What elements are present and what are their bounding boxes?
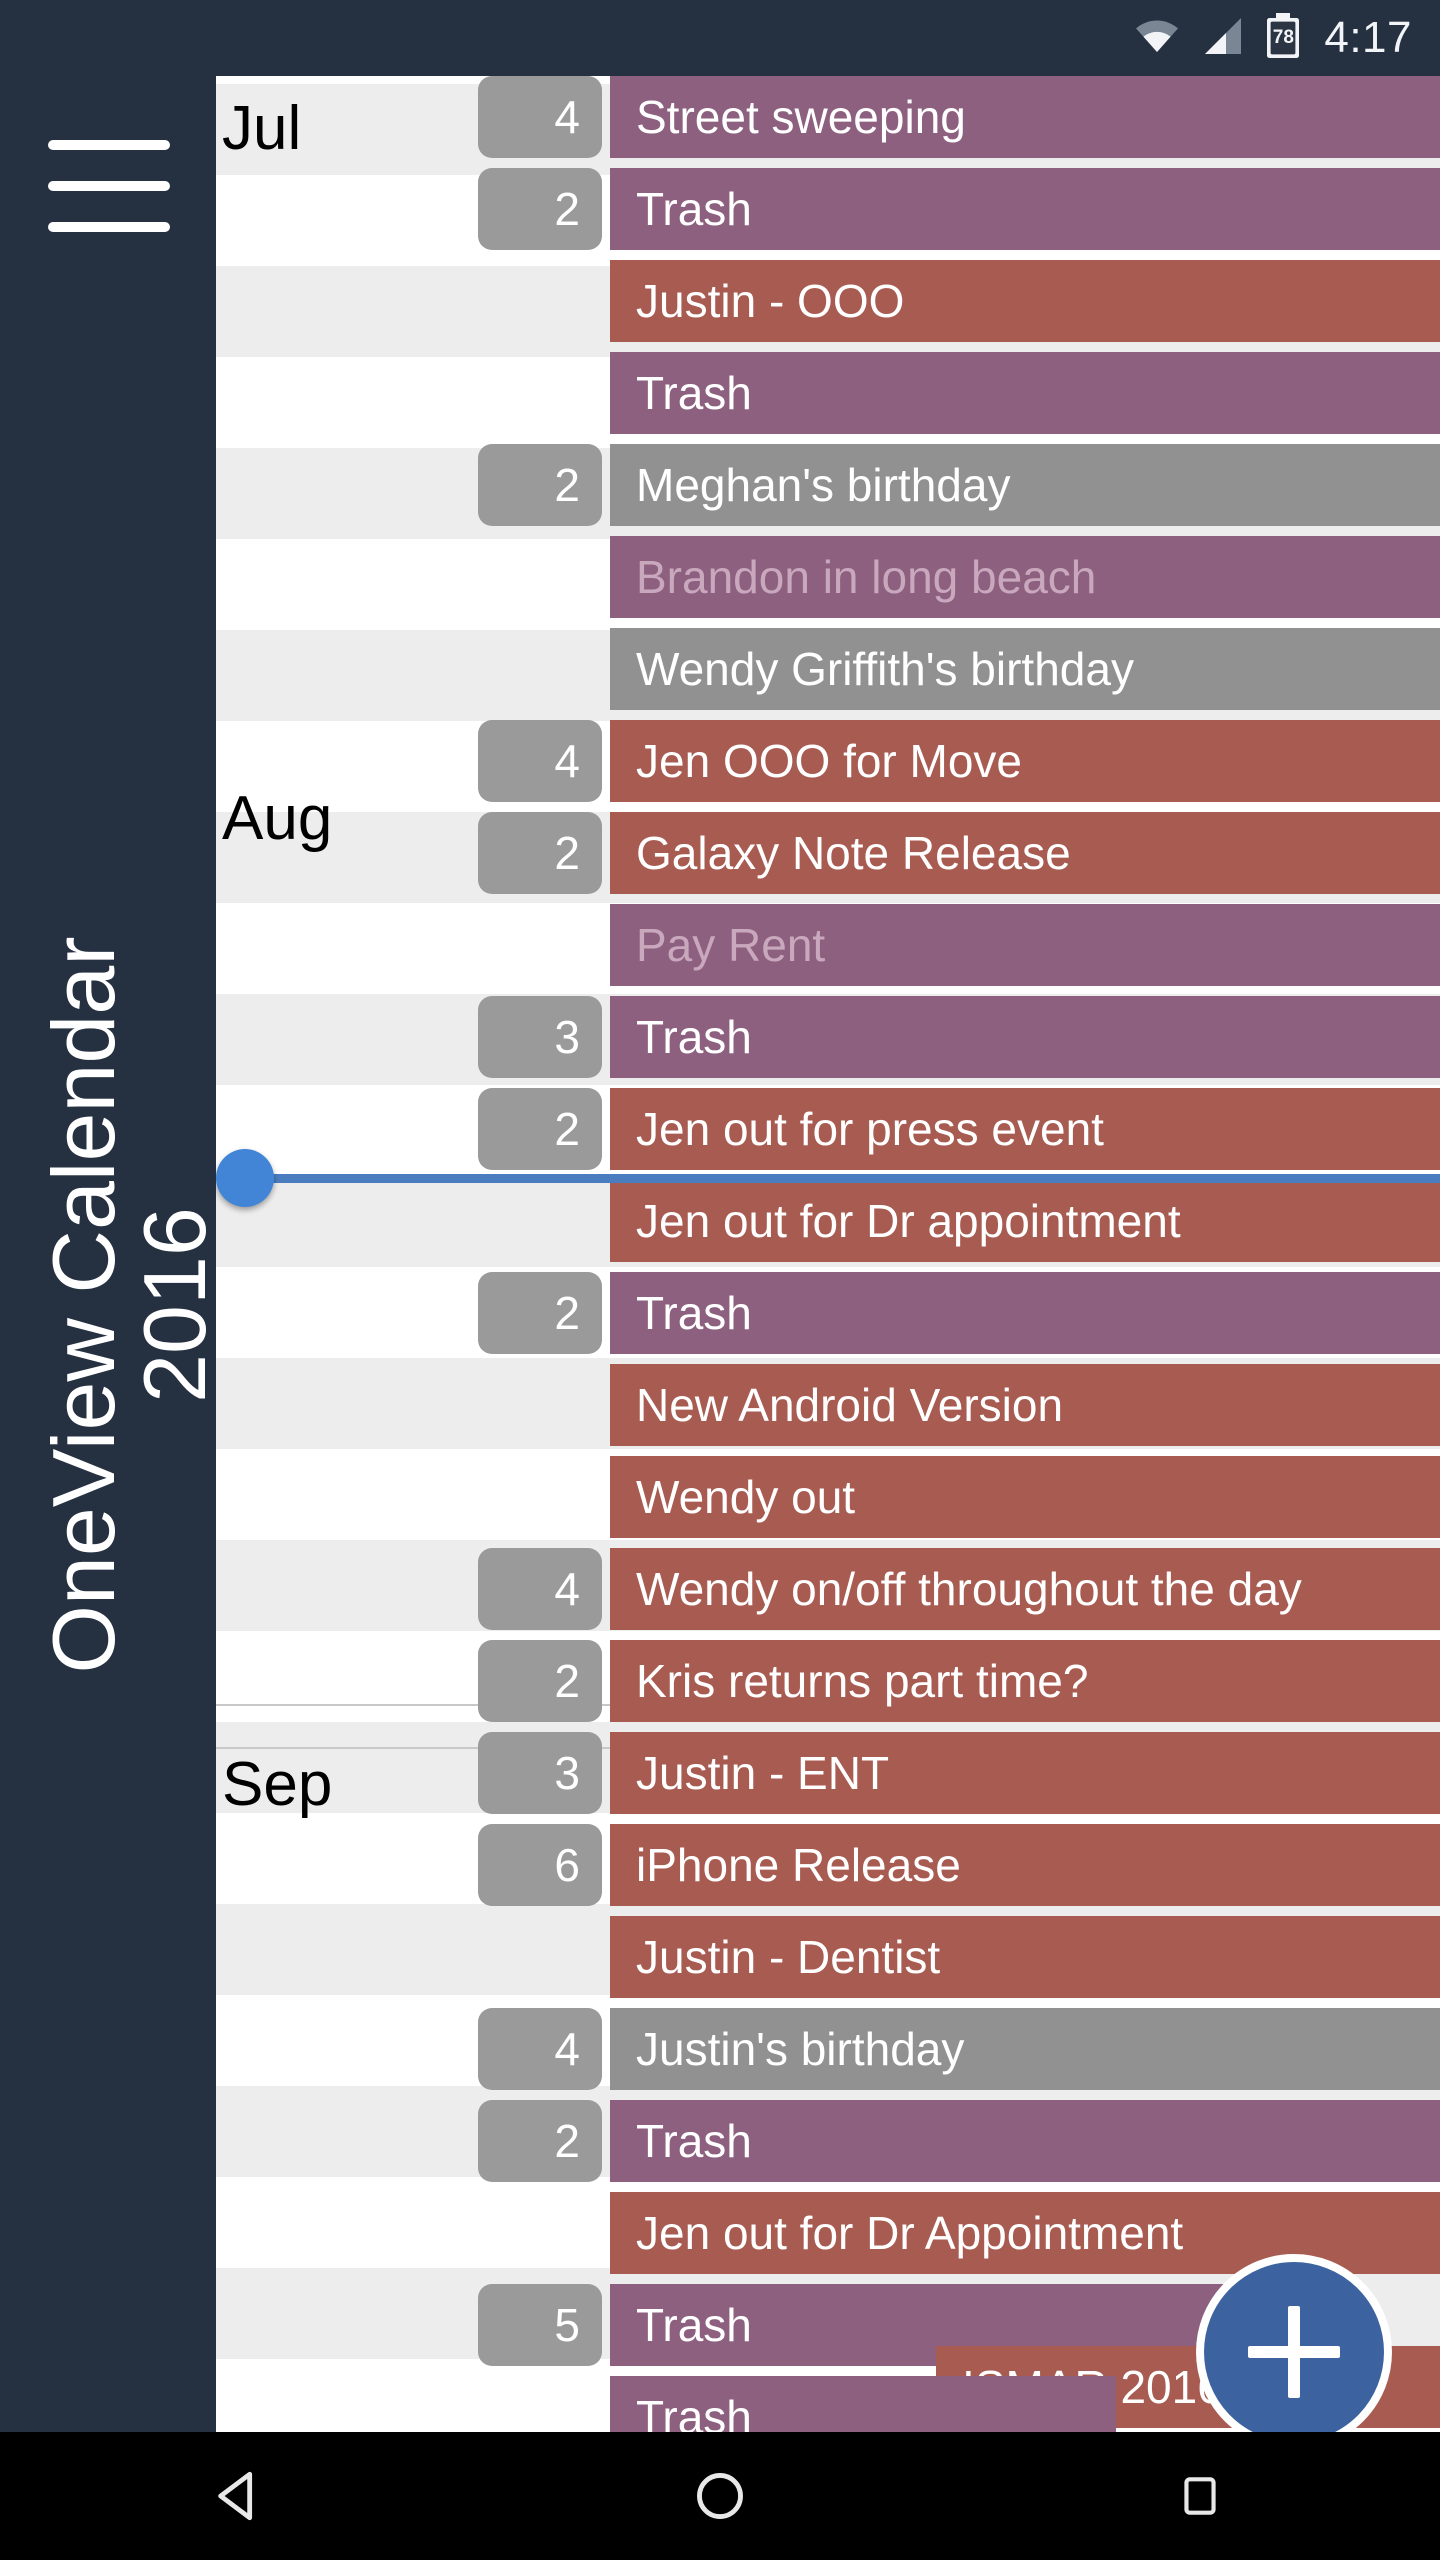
agenda-row[interactable]: 2 Trash	[216, 1272, 1440, 1354]
event-bar[interactable]: Galaxy Note Release	[610, 812, 1440, 894]
hamburger-line	[48, 181, 170, 191]
hamburger-line	[48, 222, 170, 232]
agenda-row[interactable]: Wendy out	[216, 1456, 1440, 1538]
event-bar[interactable]: New Android Version	[610, 1364, 1440, 1446]
app-screen: OneView Calendar 2016 78 4:17 Jul Aug Se…	[0, 0, 1440, 2560]
agenda-row[interactable]: 2 Trash	[216, 2100, 1440, 2182]
app-title-line1: OneView Calendar	[33, 936, 133, 1674]
day-badge: 4	[478, 1548, 602, 1630]
day-badge: 4	[478, 76, 602, 158]
app-title-line2: 2016	[124, 1207, 224, 1403]
event-bar[interactable]: Jen out for press event	[610, 1088, 1440, 1170]
day-badge: 4	[478, 2008, 602, 2090]
agenda-row[interactable]: 4 Wendy on/off throughout the day	[216, 1548, 1440, 1630]
android-navigation-bar	[0, 2432, 1440, 2560]
agenda-row[interactable]: New Android Version	[216, 1364, 1440, 1446]
agenda-row[interactable]: Pay Rent	[216, 904, 1440, 986]
agenda-row[interactable]: 4 Justin's birthday	[216, 2008, 1440, 2090]
status-bar-clock: 4:17	[1324, 13, 1412, 62]
day-badge: 3	[478, 996, 602, 1078]
agenda-row[interactable]: Trash	[216, 352, 1440, 434]
status-icons: 78	[1132, 12, 1302, 65]
event-bar[interactable]: Wendy on/off throughout the day	[610, 1548, 1440, 1630]
event-bar[interactable]: Meghan's birthday	[610, 444, 1440, 526]
app-title-vertical: OneView Calendar 2016	[15, 415, 245, 2195]
status-bar: 78 4:17	[216, 0, 1440, 76]
plus-icon	[1288, 2306, 1300, 2398]
agenda-row[interactable]: 4 Street sweeping	[216, 76, 1440, 158]
day-badge: 2	[478, 1088, 602, 1170]
hamburger-menu-icon[interactable]	[48, 140, 170, 232]
event-bar[interactable]: Trash	[610, 996, 1440, 1078]
event-bar[interactable]: Justin - Dentist	[610, 1916, 1440, 1998]
agenda-row[interactable]: 3 Trash	[216, 996, 1440, 1078]
day-badge: 2	[478, 1640, 602, 1722]
agenda-row[interactable]: 2 Meghan's birthday	[216, 444, 1440, 526]
event-bar[interactable]: Wendy out	[610, 1456, 1440, 1538]
agenda-row[interactable]: 4 Jen OOO for Move	[216, 720, 1440, 802]
event-bar[interactable]: iPhone Release	[610, 1824, 1440, 1906]
day-badge: 2	[478, 1272, 602, 1354]
day-badge: 6	[478, 1824, 602, 1906]
event-bar[interactable]: Justin - OOO	[610, 260, 1440, 342]
agenda-row[interactable]: Wendy Griffith's birthday	[216, 628, 1440, 710]
hamburger-line	[48, 140, 170, 150]
agenda-row[interactable]: Justin - Dentist	[216, 1916, 1440, 1998]
cellular-signal-icon	[1200, 16, 1246, 61]
battery-icon: 78	[1264, 12, 1302, 65]
agenda-scroll-area[interactable]: Jul Aug Sep 4 Street sweeping 2 Trash Justin -…	[216, 76, 1440, 2432]
event-bar[interactable]: Jen out for Dr appointment	[610, 1180, 1440, 1262]
event-bar[interactable]: Trash	[610, 2100, 1440, 2182]
agenda-row[interactable]: 6 iPhone Release	[216, 1824, 1440, 1906]
event-bar[interactable]: Jen OOO for Move	[610, 720, 1440, 802]
agenda-row[interactable]: 2 Galaxy Note Release	[216, 812, 1440, 894]
battery-level-text: 78	[1272, 27, 1294, 48]
event-bar[interactable]: Pay Rent	[610, 904, 1440, 986]
day-badge: 2	[478, 812, 602, 894]
agenda-row[interactable]: Brandon in long beach	[216, 536, 1440, 618]
event-bar[interactable]: Justin - ENT	[610, 1732, 1440, 1814]
day-badge: 4	[478, 720, 602, 802]
event-bar[interactable]: Trash	[610, 2376, 1116, 2432]
agenda-row[interactable]: Jen out for Dr appointment	[216, 1180, 1440, 1262]
agenda-row[interactable]: 2 Jen out for press event	[216, 1088, 1440, 1170]
current-time-line	[242, 1174, 1440, 1183]
day-badge: 2	[478, 2100, 602, 2182]
event-bar[interactable]: Wendy Griffith's birthday	[610, 628, 1440, 710]
agenda-rows: 4 Street sweeping 2 Trash Justin - OOO Trash 2…	[216, 76, 1440, 2432]
agenda-row[interactable]: 2 Kris returns part time?	[216, 1640, 1440, 1722]
current-time-handle[interactable]	[216, 1149, 274, 1207]
event-bar[interactable]: Kris returns part time?	[610, 1640, 1440, 1722]
recents-icon[interactable]	[1100, 2432, 1300, 2560]
event-bar[interactable]: Brandon in long beach	[610, 536, 1440, 618]
day-badge: 2	[478, 444, 602, 526]
home-icon[interactable]	[620, 2432, 820, 2560]
agenda-row[interactable]: Justin - OOO	[216, 260, 1440, 342]
event-bar[interactable]: Trash	[610, 352, 1440, 434]
left-rail: OneView Calendar 2016	[0, 0, 224, 2432]
day-badge: 2	[478, 168, 602, 250]
event-bar[interactable]: Trash	[610, 168, 1440, 250]
wifi-icon	[1132, 16, 1182, 61]
event-bar[interactable]: Justin's birthday	[610, 2008, 1440, 2090]
add-event-fab[interactable]	[1196, 2254, 1392, 2450]
back-icon[interactable]	[140, 2432, 340, 2560]
day-badge: 3	[478, 1732, 602, 1814]
event-bar[interactable]: Trash	[610, 1272, 1440, 1354]
agenda-row[interactable]: 2 Trash	[216, 168, 1440, 250]
agenda-row[interactable]: 3 Justin - ENT	[216, 1732, 1440, 1814]
event-bar[interactable]: Street sweeping	[610, 76, 1440, 158]
